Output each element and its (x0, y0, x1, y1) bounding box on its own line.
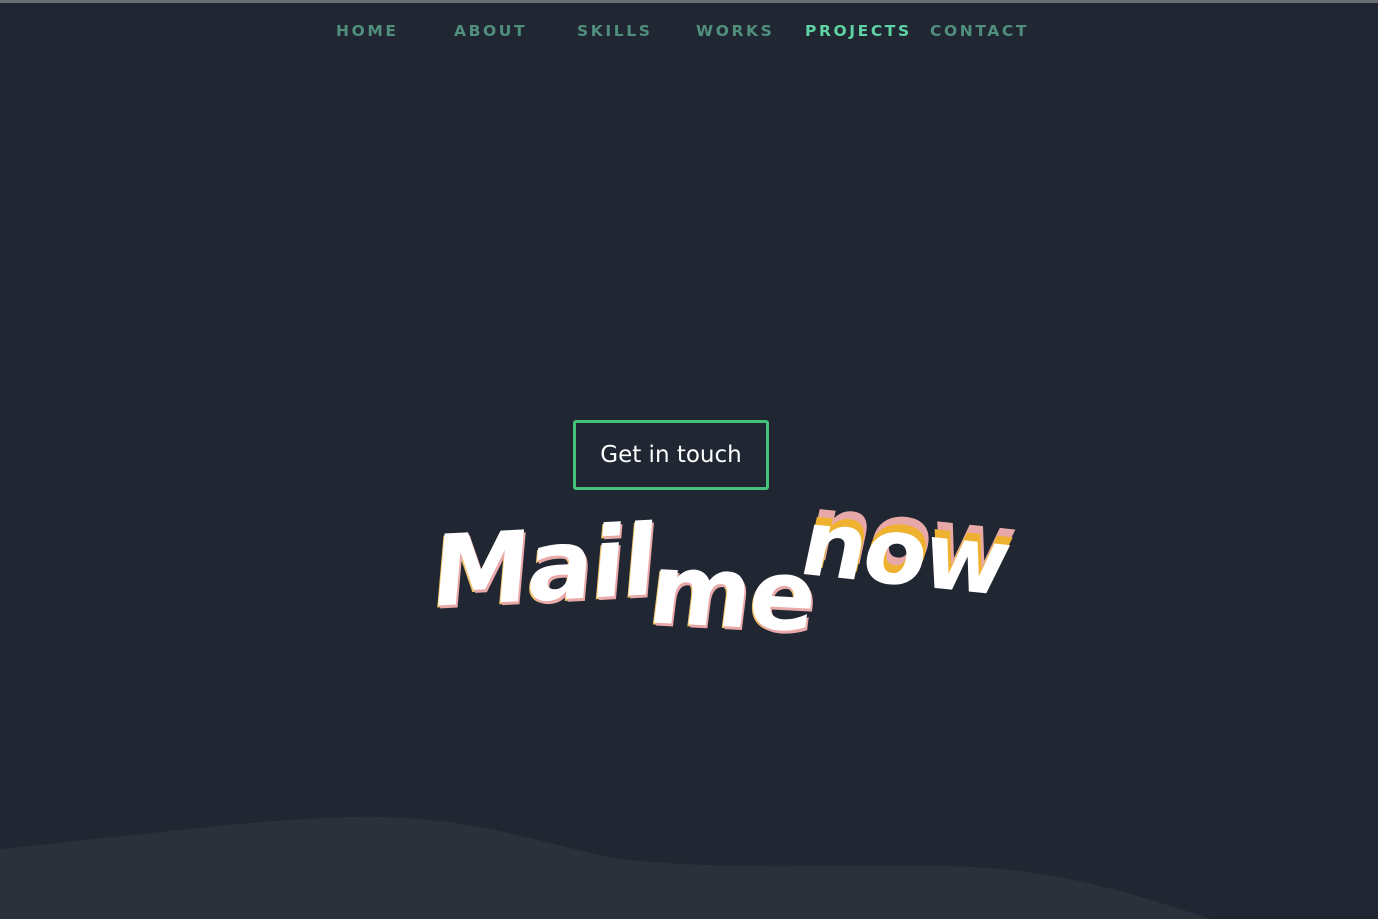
headline-word-now-shadow-pink: now (796, 474, 1023, 601)
get-in-touch-button[interactable]: Get in touch (573, 420, 769, 490)
nav-item-home[interactable]: HOME (336, 22, 399, 40)
headline-word-now-group: now now now (792, 474, 1023, 616)
main-nav: HOME ABOUT SKILLS WORKS PROJECTS CONTACT (0, 22, 1378, 44)
nav-item-contact[interactable]: CONTACT (930, 22, 1029, 40)
headline-word-mail: Mail (427, 503, 660, 631)
headline-word-me: me (643, 532, 822, 655)
contact-page: HOME ABOUT SKILLS WORKS PROJECTS CONTACT… (0, 0, 1378, 919)
nav-item-about[interactable]: ABOUT (454, 22, 527, 40)
top-border (0, 0, 1378, 3)
nav-item-works[interactable]: WORKS (696, 22, 774, 40)
wave-shape (0, 816, 1210, 919)
headline-word-now-shadow-yellow: now (794, 481, 1021, 609)
bottom-wave (0, 816, 1210, 919)
nav-item-projects[interactable]: PROJECTS (805, 22, 912, 40)
headline-word-now: now (791, 489, 1018, 617)
nav-item-skills[interactable]: SKILLS (577, 22, 652, 40)
